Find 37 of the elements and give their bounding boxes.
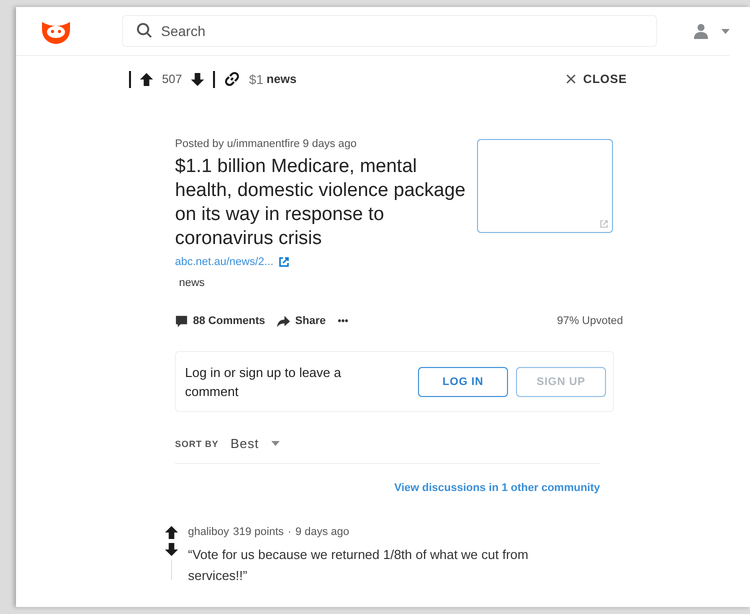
post-title: $1.1 billion Medicare, mental health, domestic violence package on its way in response to coronavirus crisis	[175, 155, 466, 251]
post-meta: Posted by u/immanentfire 9 days ago	[175, 138, 358, 150]
external-link-icon[interactable]	[279, 257, 290, 267]
comment-author[interactable]: ghaliboy	[188, 526, 229, 538]
user-icon	[693, 23, 709, 39]
comments-button[interactable]: 88 Comments	[175, 314, 266, 328]
login-button[interactable]: LOG IN	[418, 366, 508, 396]
upvote-icon[interactable]	[165, 526, 178, 539]
caret-icon	[270, 441, 280, 446]
caret-icon	[721, 28, 730, 34]
share-icon	[277, 314, 290, 328]
comment-time: 9 days ago	[295, 526, 350, 538]
share-button[interactable]: Share	[277, 314, 326, 328]
downvote-icon[interactable]	[191, 72, 204, 86]
link-icon	[224, 71, 240, 87]
separator-dot: ·	[288, 526, 292, 538]
external-link-icon	[600, 220, 608, 228]
sort-label: SORT BY	[175, 438, 219, 448]
sort-dropdown[interactable]: Best	[230, 436, 280, 451]
comment-icon	[175, 314, 188, 328]
comment-text: “Vote for us because we returned 1/8th of what we cut from services!!”	[188, 546, 530, 585]
upvoted-percentage: 97% Upvoted	[556, 315, 623, 327]
close-icon	[566, 74, 576, 84]
post-title-short: $1	[249, 72, 264, 86]
more-button[interactable]: •••	[338, 316, 348, 326]
comment-points: 319 points	[232, 526, 284, 538]
score: 507	[162, 72, 182, 86]
upvote-icon[interactable]	[140, 72, 153, 86]
downvote-icon[interactable]	[165, 543, 178, 556]
search-icon	[136, 22, 153, 39]
login-prompt: Log in or sign up to leave a comment	[185, 364, 342, 400]
close-button[interactable]: CLOSE	[566, 72, 627, 86]
subreddit-link[interactable]: news	[266, 72, 297, 86]
search-field[interactable]: Search	[122, 15, 657, 47]
flair-tag: news	[179, 277, 205, 289]
thumbnail[interactable]	[477, 139, 613, 233]
user-menu[interactable]	[693, 23, 730, 39]
